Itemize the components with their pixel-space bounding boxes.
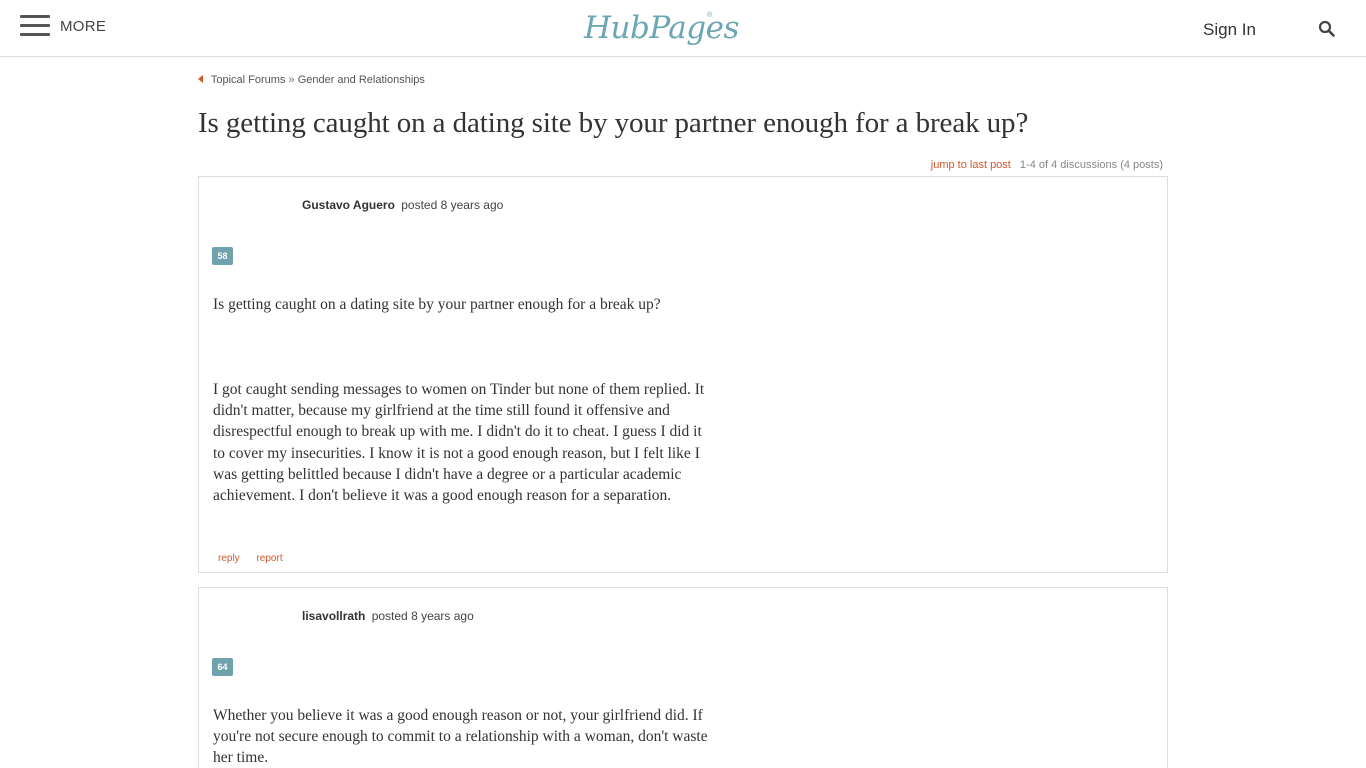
hubpages-logo[interactable]: HubPages ® (584, 8, 739, 48)
breadcrumb-separator: » (288, 74, 295, 86)
post-body: Whether you believe it was a good enough… (213, 707, 708, 767)
forum-post: Gustavo Aguero posted 8 years ago 58 Is … (198, 176, 1168, 573)
post-timestamp: posted 8 years ago (371, 609, 474, 623)
discussion-count: 1-4 of 4 discussions (4 posts) (1019, 159, 1163, 171)
logo-registered-mark: ® (707, 12, 713, 19)
breadcrumb-link-topical-forums[interactable]: Topical Forums (211, 74, 286, 86)
post-timestamp: posted 8 years ago (401, 198, 504, 212)
post-body: I got caught sending messages to women o… (213, 381, 705, 505)
post-header: lisavollrath posted 8 years ago (302, 609, 474, 623)
post-question: Is getting caught on a dating site by yo… (213, 296, 661, 313)
sign-in-link[interactable]: Sign In (1203, 20, 1256, 40)
logo-text: HubPages (584, 10, 739, 46)
jump-to-last-post-link[interactable]: jump to last post (931, 159, 1011, 171)
more-menu-button[interactable]: MORE (60, 18, 106, 35)
author-score-badge: 64 (212, 658, 233, 676)
post-author-link[interactable]: lisavollrath (302, 609, 365, 623)
breadcrumb: Topical Forums » Gender and Relationship… (198, 74, 425, 86)
search-icon[interactable] (1318, 20, 1336, 38)
author-score-badge: 58 (212, 247, 233, 265)
post-actions: reply report (218, 553, 297, 564)
forum-post: lisavollrath posted 8 years ago 64 Wheth… (198, 587, 1168, 768)
site-header: MORE HubPages ® Sign In (0, 0, 1366, 57)
post-header: Gustavo Aguero posted 8 years ago (302, 198, 503, 212)
report-link[interactable]: report (256, 553, 282, 564)
discussion-meta: jump to last post 1-4 of 4 discussions (… (931, 159, 1163, 171)
post-author-link[interactable]: Gustavo Aguero (302, 198, 395, 212)
reply-link[interactable]: reply (218, 553, 240, 564)
hamburger-menu-icon[interactable] (20, 15, 50, 37)
breadcrumb-link-gender-relationships[interactable]: Gender and Relationships (298, 74, 425, 86)
page-title: Is getting caught on a dating site by yo… (198, 107, 1029, 139)
triangle-left-icon (198, 75, 203, 83)
